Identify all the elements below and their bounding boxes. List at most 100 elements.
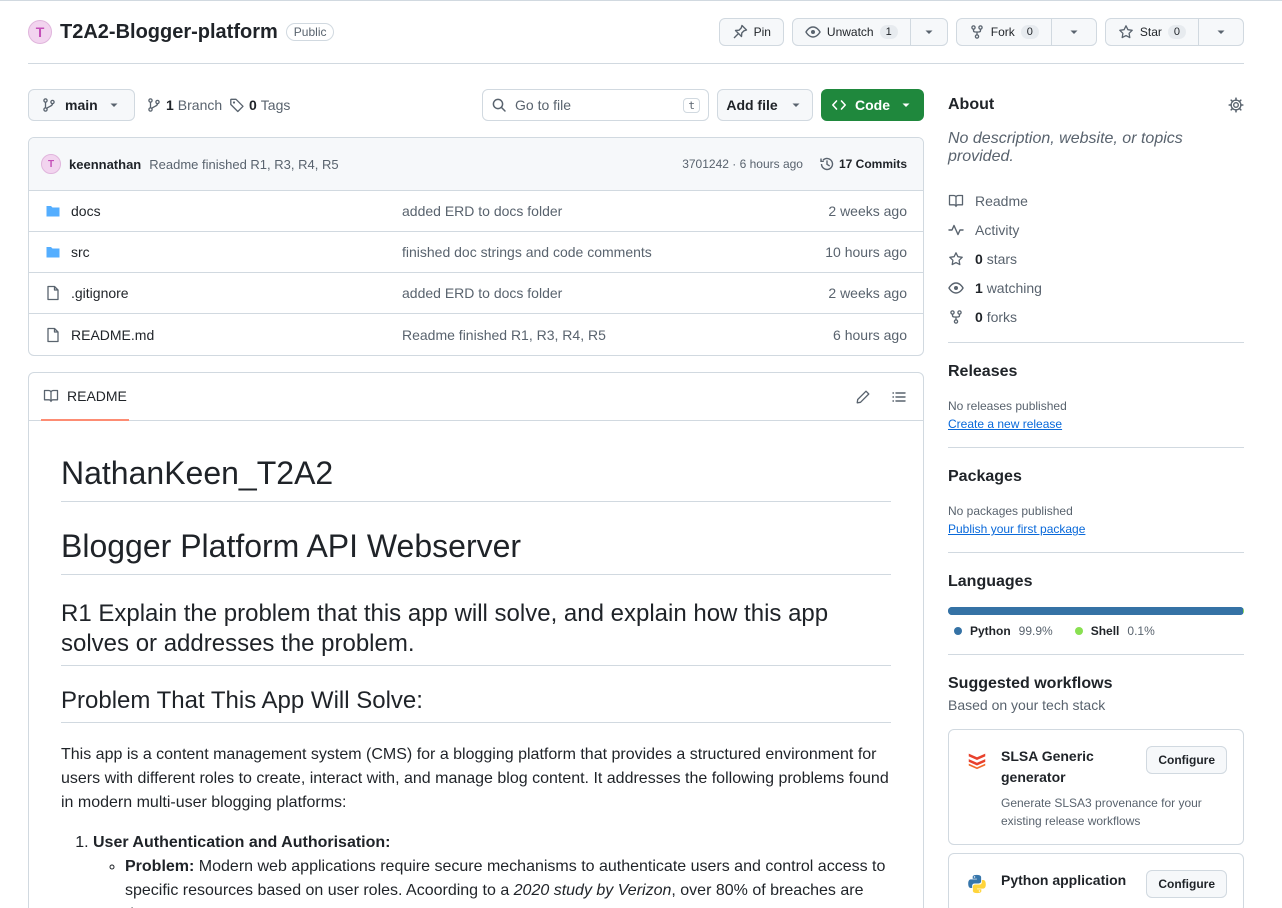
- keyboard-shortcut: t: [683, 97, 700, 113]
- triangle-down-icon: [788, 97, 804, 113]
- list-outline-icon[interactable]: [891, 389, 907, 405]
- file-commit-message[interactable]: added ERD to docs folder: [402, 285, 828, 301]
- pin-button[interactable]: Pin: [718, 18, 784, 46]
- readme-link[interactable]: Readme: [948, 186, 1244, 215]
- owner-avatar[interactable]: T: [28, 20, 52, 44]
- eye-icon: [948, 280, 964, 296]
- workflow-name: Python application: [1001, 872, 1127, 888]
- commit-hash-time[interactable]: 3701242 · 6 hours ago: [682, 157, 803, 171]
- code-icon: [831, 97, 847, 113]
- branch-selector[interactable]: main: [28, 89, 135, 121]
- table-row[interactable]: docs added ERD to docs folder 2 weeks ag…: [29, 191, 923, 232]
- table-row[interactable]: .gitignore added ERD to docs folder 2 we…: [29, 273, 923, 314]
- star-icon: [948, 251, 964, 267]
- releases-section: Releases No releases published Create a …: [948, 342, 1244, 447]
- fork-dropdown[interactable]: [1050, 19, 1096, 45]
- repo-actions: Pin Unwatch 1 Fork 0 Star 0: [718, 18, 1244, 46]
- forks-link[interactable]: 0 forks: [948, 302, 1244, 331]
- triangle-down-icon: [898, 97, 914, 113]
- packages-title[interactable]: Packages: [948, 468, 1244, 486]
- language-python[interactable]: Python 99.9%: [954, 624, 1053, 638]
- tag-label: Tags: [260, 97, 291, 113]
- main-column: main 1 Branch 0 Tags Go to file t Add fi…: [28, 89, 924, 908]
- file-toolbar: main 1 Branch 0 Tags Go to file t Add fi…: [28, 89, 924, 121]
- about-stats: Readme Activity 0 stars 1 watching 0 for…: [948, 186, 1244, 331]
- watch-count: 1: [879, 25, 898, 39]
- file-commit-message[interactable]: finished doc strings and code comments: [402, 244, 825, 260]
- repo-name[interactable]: T2A2-Blogger-platform: [60, 21, 278, 44]
- gear-icon[interactable]: [1228, 97, 1244, 113]
- releases-title[interactable]: Releases: [948, 363, 1244, 381]
- file-commit-message[interactable]: Readme finished R1, R3, R4, R5: [402, 327, 833, 343]
- unwatch-button[interactable]: Unwatch 1: [791, 18, 948, 46]
- readme-content: NathanKeen_T2A2 Blogger Platform API Web…: [29, 421, 923, 908]
- watching-link[interactable]: 1 watching: [948, 273, 1244, 302]
- readme-header: README: [29, 373, 923, 421]
- language-shell[interactable]: Shell 0.1%: [1074, 624, 1155, 638]
- file-commit-message[interactable]: added ERD to docs folder: [402, 203, 828, 219]
- file-name[interactable]: src: [71, 244, 90, 260]
- commits-count: 17 Commits: [838, 157, 907, 171]
- create-release-link[interactable]: Create a new release: [948, 417, 1244, 431]
- slsa-icon: [965, 748, 989, 772]
- star-dropdown[interactable]: [1198, 19, 1243, 45]
- commit-meta: 3701242 · 6 hours ago 17 Commits: [682, 156, 907, 172]
- triangle-down-icon: [921, 24, 937, 40]
- branch-label: Branch: [177, 97, 223, 113]
- eye-icon: [805, 24, 821, 40]
- unwatch-dropdown[interactable]: [909, 19, 947, 45]
- about-description: No description, website, or topics provi…: [948, 130, 1183, 165]
- branches-link[interactable]: 1 Branch: [146, 89, 222, 121]
- language-bar-python: [948, 607, 1243, 615]
- pencil-icon[interactable]: [855, 389, 871, 405]
- fork-count: 0: [1020, 25, 1039, 39]
- add-file-button[interactable]: Add file: [717, 89, 813, 121]
- triangle-down-icon: [1213, 24, 1229, 40]
- commit-author-avatar[interactable]: T: [41, 154, 61, 174]
- activity-label: Activity: [975, 221, 1020, 238]
- table-row[interactable]: README.md Readme finished R1, R3, R4, R5…: [29, 314, 923, 355]
- tab-readme[interactable]: README: [41, 373, 129, 421]
- tags-link[interactable]: 0 Tags: [229, 89, 290, 121]
- git-branch-icon: [146, 97, 162, 113]
- workflow-name: SLSA Generic generator: [1001, 748, 1094, 785]
- repo-header: T T2A2-Blogger-platform Public Pin Unwat…: [28, 18, 1244, 64]
- workflows-title: Suggested workflows: [948, 675, 1113, 692]
- file-name[interactable]: README.md: [71, 327, 154, 343]
- language-bar-shell: [1242, 607, 1244, 615]
- language-bar: [948, 607, 1244, 615]
- code-button[interactable]: Code: [821, 89, 924, 121]
- file-name[interactable]: docs: [71, 203, 101, 219]
- readme-section-problem: Problem That This App Will Solve:: [61, 686, 891, 723]
- commit-message[interactable]: Readme finished R1, R3, R4, R5: [149, 157, 338, 172]
- configure-button[interactable]: Configure: [1146, 746, 1227, 774]
- fork-button[interactable]: Fork 0: [955, 18, 1097, 46]
- file-icon: [45, 285, 61, 301]
- shell-dot: [1074, 627, 1083, 635]
- file-date: 2 weeks ago: [828, 285, 907, 301]
- packages-section: Packages No packages published Publish y…: [948, 447, 1244, 552]
- go-to-file-input[interactable]: Go to file t: [482, 89, 709, 121]
- stars-link[interactable]: 0 stars: [948, 244, 1244, 273]
- readme-actions: [855, 389, 907, 405]
- activity-link[interactable]: Activity: [948, 215, 1244, 244]
- language-name: Shell: [1090, 624, 1120, 638]
- readme-section-r1: R1 Explain the problem that this app wil…: [61, 599, 891, 666]
- repo-title: T T2A2-Blogger-platform Public: [28, 20, 335, 44]
- problem-label: Problem:: [125, 858, 195, 875]
- readme-heading-1: NathanKeen_T2A2: [61, 453, 891, 502]
- publish-package-link[interactable]: Publish your first package: [948, 522, 1244, 536]
- book-icon: [43, 388, 59, 404]
- commit-author[interactable]: keennathan: [69, 157, 141, 172]
- branch-name: main: [65, 97, 98, 113]
- file-name[interactable]: .gitignore: [71, 285, 129, 301]
- commits-link[interactable]: 17 Commits: [819, 156, 907, 172]
- readme-intro: This app is a content management system …: [61, 746, 889, 811]
- go-to-file-placeholder: Go to file: [515, 97, 572, 113]
- configure-button[interactable]: Configure: [1146, 870, 1227, 898]
- language-name: Python: [970, 624, 1011, 638]
- table-row[interactable]: src finished doc strings and code commen…: [29, 232, 923, 273]
- watching-count: 1: [975, 279, 983, 296]
- star-button[interactable]: Star 0: [1104, 18, 1244, 46]
- fork-icon: [948, 309, 964, 325]
